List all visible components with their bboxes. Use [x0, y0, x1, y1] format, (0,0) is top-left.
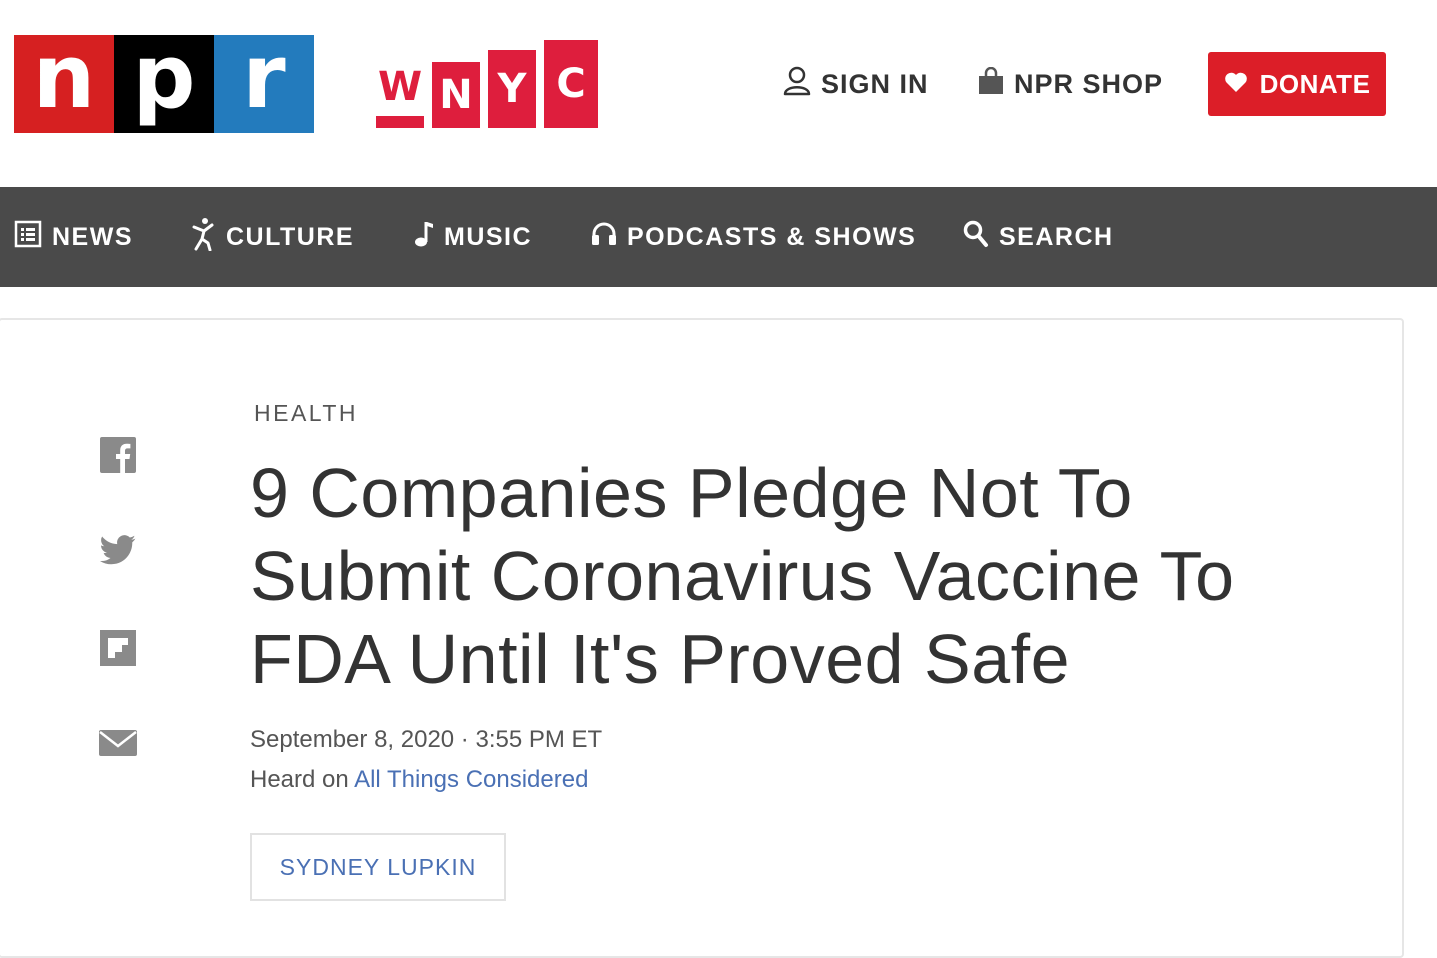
author-name: SYDNEY LUPKIN [279, 853, 477, 880]
main-nav: NEWS CULTURE MUSIC PODCASTS & SHOWS SEAR… [0, 187, 1437, 287]
nav-podcasts-shows[interactable]: PODCASTS & SHOWS [591, 187, 916, 287]
facebook-icon [100, 436, 136, 478]
wnyc-logo-y: Y [488, 50, 536, 128]
twitter-icon [100, 534, 136, 570]
npr-logo-n: n [14, 33, 114, 133]
facebook-share-button[interactable] [100, 436, 136, 478]
sign-in-link[interactable]: SIGN IN [783, 66, 929, 102]
wnyc-logo-w: W [376, 62, 424, 112]
music-note-icon [414, 220, 434, 255]
wnyc-logo-c: C [544, 40, 598, 128]
search-icon [963, 220, 989, 255]
heard-on-line: Heard on All Things Considered [250, 766, 588, 794]
article-section-slug[interactable]: HEALTH [254, 400, 358, 427]
nav-music[interactable]: MUSIC [414, 187, 532, 287]
nav-search[interactable]: SEARCH [963, 187, 1114, 287]
twitter-share-button[interactable] [100, 534, 136, 570]
nav-music-label: MUSIC [444, 222, 533, 251]
email-icon [99, 728, 137, 763]
flipboard-icon [100, 629, 136, 671]
nav-podcasts-label: PODCASTS & SHOWS [627, 222, 917, 251]
news-icon [14, 220, 42, 255]
culture-icon [192, 217, 216, 258]
user-icon [783, 66, 811, 103]
npr-logo-r: r [214, 33, 314, 133]
npr-shop-link[interactable]: NPR SHOP [978, 66, 1163, 102]
nav-culture-label: CULTURE [226, 222, 355, 251]
email-share-button[interactable] [99, 727, 137, 763]
donate-label: DONATE [1259, 68, 1371, 99]
nav-search-label: SEARCH [999, 222, 1114, 251]
npr-logo-p: p [114, 33, 214, 133]
headphones-icon [591, 221, 617, 254]
article-headline: 9 Companies Pledge Not To Submit Coronav… [250, 454, 1235, 698]
shopping-bag-icon [978, 66, 1004, 102]
heard-on-prefix: Heard on [250, 766, 349, 793]
npr-logo[interactable]: n p r [14, 33, 314, 133]
nav-news-label: NEWS [52, 222, 133, 251]
wnyc-logo-n: N [432, 62, 480, 128]
wnyc-logo-underline [376, 116, 424, 128]
author-byline-button[interactable]: SYDNEY LUPKIN [250, 833, 506, 901]
donate-button[interactable]: DONATE [1208, 52, 1386, 116]
nav-news[interactable]: NEWS [14, 187, 133, 287]
program-link[interactable]: All Things Considered [354, 766, 588, 793]
sign-in-label: SIGN IN [821, 68, 929, 99]
nav-culture[interactable]: CULTURE [192, 187, 354, 287]
article-dateline: September 8, 2020 · 3:55 PM ET [250, 726, 603, 753]
wnyc-logo[interactable]: W N Y C [376, 40, 598, 128]
flipboard-share-button[interactable] [100, 629, 136, 671]
heart-icon [1224, 69, 1248, 100]
npr-shop-label: NPR SHOP [1014, 68, 1164, 99]
